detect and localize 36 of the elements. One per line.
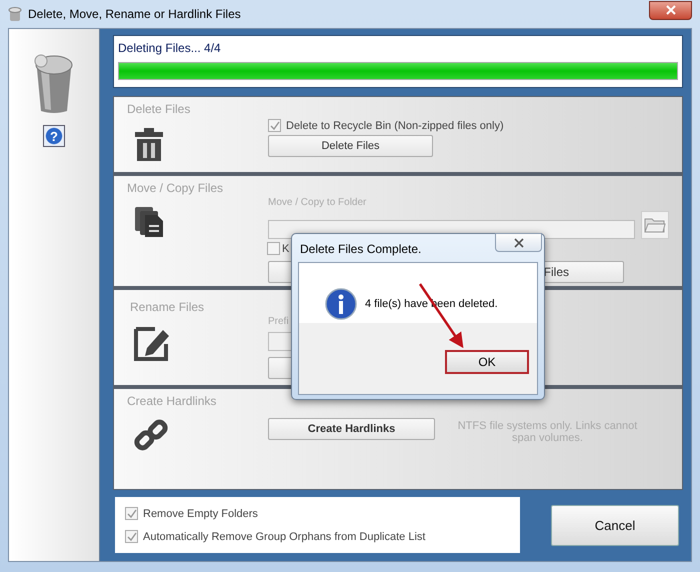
close-icon xyxy=(666,5,676,15)
check-icon xyxy=(126,532,136,542)
checkbox[interactable] xyxy=(268,119,281,132)
checkbox-label: Remove Empty Folders xyxy=(143,508,258,520)
checkbox[interactable] xyxy=(125,530,138,543)
folder-icon xyxy=(644,217,666,233)
checkbox[interactable] xyxy=(267,242,280,255)
section-title: Rename Files xyxy=(129,300,204,314)
app-icon xyxy=(8,6,22,22)
create-hardlinks-button[interactable]: Create Hardlinks xyxy=(268,418,435,440)
copy-files-icon xyxy=(133,205,165,239)
cancel-button[interactable]: Cancel xyxy=(551,504,679,546)
trash-icon xyxy=(133,126,165,162)
edit-icon xyxy=(133,324,171,362)
close-button[interactable] xyxy=(495,233,542,252)
field-label: Prefi xyxy=(268,316,290,329)
section-title: Delete Files xyxy=(127,102,190,116)
close-button[interactable] xyxy=(649,0,692,20)
window-title: Delete, Move, Rename or Hardlink Files xyxy=(28,7,242,21)
checkbox-label: K xyxy=(282,242,290,254)
field-label: Move / Copy to Folder xyxy=(268,197,368,210)
section-title: Create Hardlinks xyxy=(127,394,216,408)
checkbox[interactable] xyxy=(125,507,138,520)
info-icon xyxy=(325,288,357,320)
delete-files-button[interactable]: Delete Files xyxy=(268,135,433,157)
help-button[interactable]: ? xyxy=(43,125,65,147)
check-icon xyxy=(270,120,280,130)
ok-button[interactable]: OK xyxy=(445,350,529,374)
close-icon xyxy=(514,238,524,248)
browse-button[interactable] xyxy=(641,211,669,239)
progress-label: Deleting Files... 4/4 xyxy=(118,41,222,55)
section-title: Move / Copy Files xyxy=(127,181,224,195)
dialog-title: Delete Files Complete. xyxy=(300,242,422,256)
check-icon xyxy=(126,508,136,518)
checkbox-label: Automatically Remove Group Orphans from Duplicate List xyxy=(143,530,426,542)
checkbox-label: Delete to Recycle Bin (Non-zipped files only) xyxy=(286,120,504,132)
